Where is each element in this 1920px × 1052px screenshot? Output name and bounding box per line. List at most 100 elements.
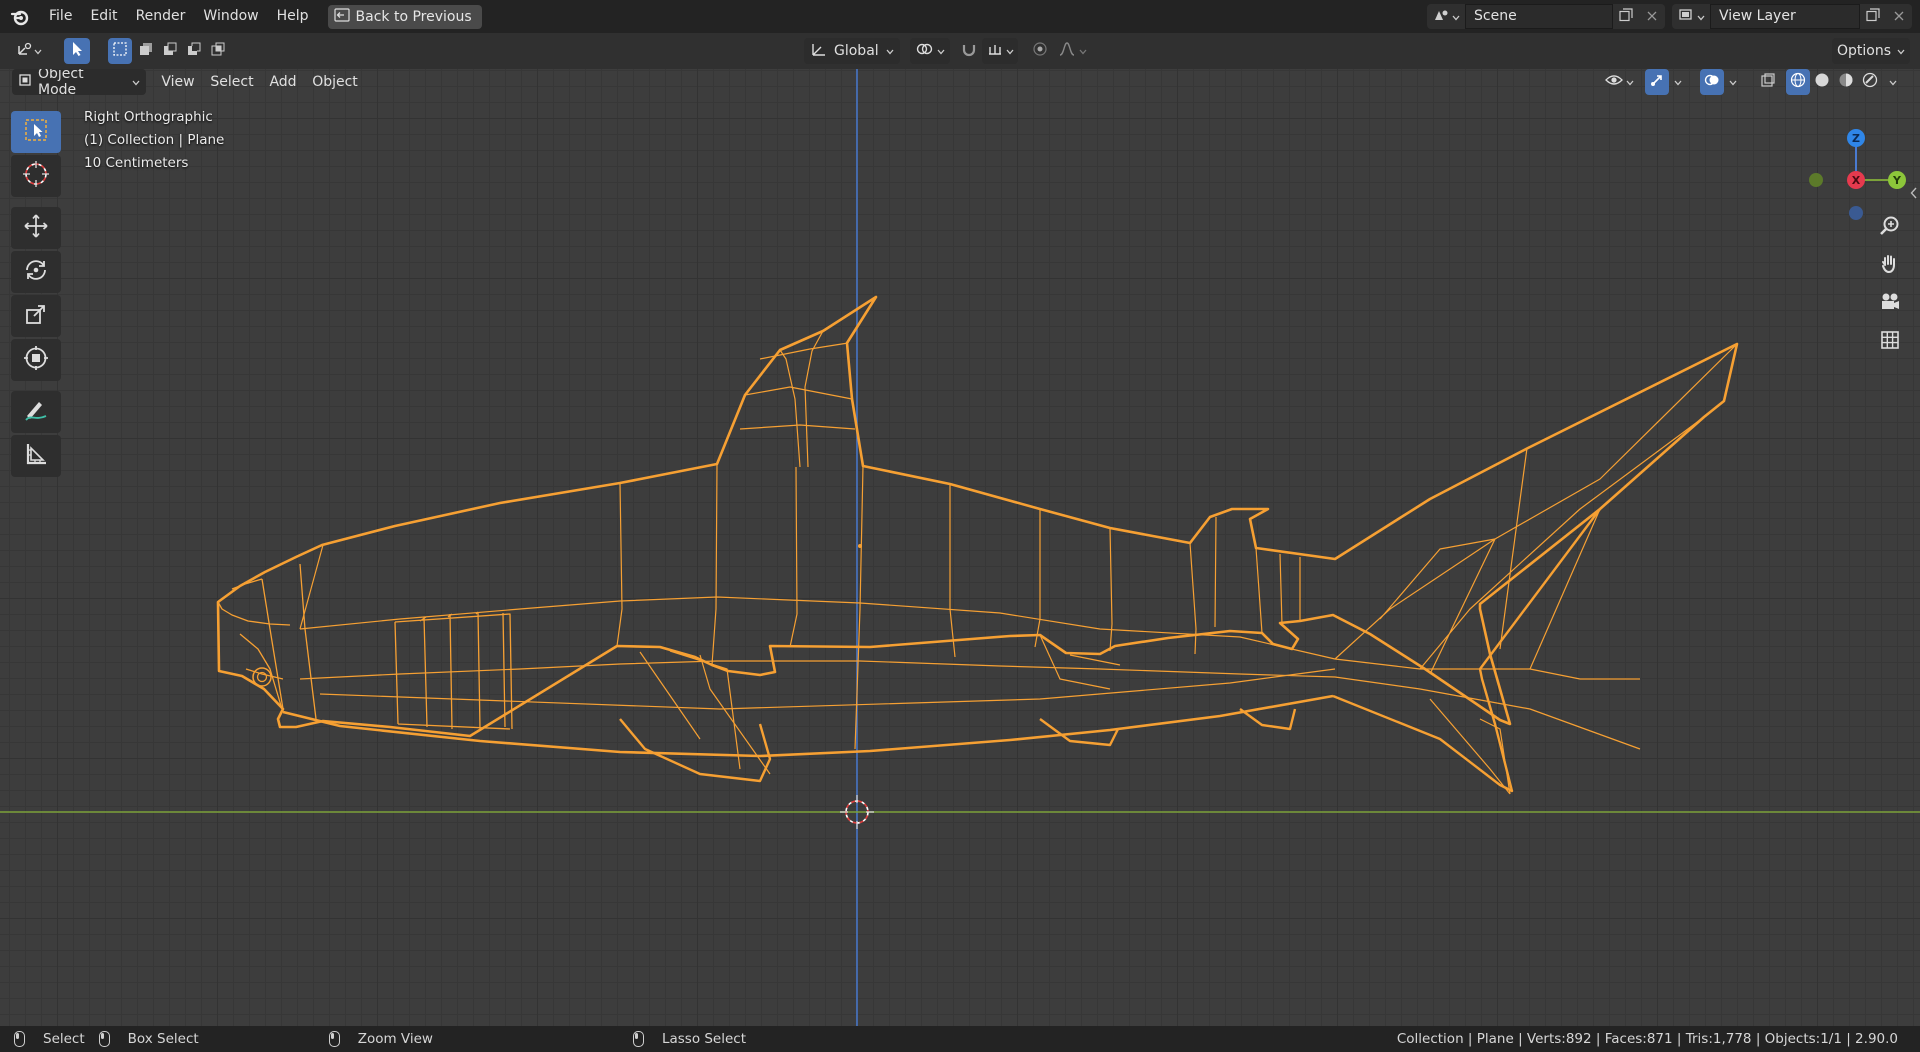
shading-options-dropdown[interactable] [1884,69,1902,95]
copy-icon [1619,7,1633,26]
menu-help[interactable]: Help [268,0,318,33]
gizmo-icon [1649,72,1665,92]
transform-orientation-dropdown[interactable]: Global [804,38,900,64]
proportional-edit-button[interactable] [1028,38,1052,64]
toggle-projection-button[interactable] [1873,325,1907,359]
delete-view-layer-button[interactable] [1886,4,1912,29]
tool-select-button[interactable] [64,38,90,64]
object-mode-dropdown[interactable]: Object Mode [12,69,146,98]
view-layer-selector: View Layer [1672,4,1912,29]
show-overlays-button[interactable] [1700,69,1724,95]
mode-difference-button[interactable] [182,38,206,64]
mode-extend-button[interactable] [134,38,158,64]
wireframe-sphere-icon [1790,72,1806,92]
measure-tool[interactable] [11,435,61,477]
menu-select[interactable]: Select [207,69,257,95]
shading-material-button[interactable] [1834,69,1858,95]
status-box-select-hint: Box Select [98,1031,199,1047]
back-button-label: Back to Previous [355,8,472,25]
scene-name-field[interactable]: Scene [1465,4,1613,29]
menu-view[interactable]: View [157,69,199,95]
back-to-previous-button[interactable]: Back to Previous [327,4,482,29]
select-new-icon [112,41,128,61]
mode-subtract-button[interactable] [158,38,182,64]
grid-icon [1880,330,1900,354]
chevron-down-icon [1897,43,1905,59]
scale-icon [23,301,49,331]
chevron-down-icon [1889,74,1897,90]
chevron-down-icon [1697,9,1705,25]
chevron-down-icon [1626,74,1634,90]
falloff-curve-icon [1058,41,1076,61]
overlays-options-dropdown[interactable] [1724,69,1742,95]
view-layer-name-field[interactable]: View Layer [1710,4,1860,29]
menu-edit[interactable]: Edit [81,0,126,33]
mode-intersect-button[interactable] [206,38,230,64]
chevron-down-icon [937,43,945,59]
scene-browse-button[interactable] [1427,4,1465,29]
chevron-down-icon [1674,74,1682,90]
shark-mesh-wireframe[interactable] [216,295,1739,795]
view-layer-browse-button[interactable] [1672,4,1710,29]
status-zoom-hint: Zoom View [328,1031,433,1047]
new-view-layer-button[interactable] [1860,4,1886,29]
snap-target-dropdown[interactable] [982,38,1018,64]
xray-toggle-button[interactable] [1756,69,1780,95]
status-lasso-text: Lasso Select [661,1031,747,1047]
annotate-icon [23,397,49,427]
menu-file[interactable]: File [40,0,81,33]
viewport-canvas [0,69,1920,1026]
measure-icon [23,441,49,471]
menu-render[interactable]: Render [127,0,195,33]
top-menu-bar: File Edit Render Window Help Back to Pre… [0,0,1920,33]
gizmo-options-dropdown[interactable] [1669,69,1687,95]
shading-rendered-button[interactable] [1858,69,1882,95]
status-select-text: Select [43,1031,85,1047]
show-gizmo-button[interactable] [1645,69,1669,95]
pivot-icon [915,41,933,61]
blender-logo-icon[interactable] [0,0,40,33]
new-scene-button[interactable] [1613,4,1639,29]
falloff-dropdown[interactable] [1052,38,1092,64]
solid-sphere-icon [1814,72,1830,92]
transform-tool[interactable] [11,339,61,381]
shading-solid-button[interactable] [1810,69,1834,95]
shading-wireframe-button[interactable] [1786,69,1810,95]
chevron-down-icon [1452,9,1460,25]
sidebar-toggle-icon[interactable] [1910,187,1918,203]
camera-view-button[interactable] [1873,287,1907,321]
status-lasso-hint: Lasso Select [632,1031,747,1047]
proportional-edit-icon [1032,41,1048,61]
rotate-tool[interactable] [11,251,61,293]
menu-window[interactable]: Window [194,0,267,33]
scene-selector: Scene [1427,4,1665,29]
snap-toggle-button[interactable] [956,38,982,64]
editor-type-button[interactable] [8,38,50,64]
select-extend-icon [138,41,154,61]
left-drag-mouse-icon [98,1031,110,1047]
select-box-tool[interactable] [11,111,61,153]
scale-tool[interactable] [11,295,61,337]
neg-y-axis-icon[interactable] [1809,173,1823,187]
3d-viewport[interactable]: Object Mode View Select Add Object Right… [0,69,1920,1026]
view-name-text: Right Orthographic [84,109,213,125]
cursor-tool[interactable] [11,155,61,197]
delete-scene-button[interactable] [1639,4,1665,29]
chevron-down-icon [132,74,140,90]
select-subtract-icon [162,41,178,61]
scene-icon [1433,8,1449,26]
zoom-view-button[interactable] [1873,211,1907,245]
mode-set-button[interactable] [108,38,132,64]
pivot-point-dropdown[interactable] [910,38,950,64]
cursor-icon [22,160,50,192]
menu-object[interactable]: Object [309,69,361,95]
menu-add[interactable]: Add [264,69,302,95]
pan-view-button[interactable] [1873,249,1907,283]
status-box-select-text: Box Select [127,1031,199,1047]
annotate-tool[interactable] [11,391,61,433]
status-bar: Select Box Select Zoom View Lasso Select… [0,1026,1920,1052]
visibility-dropdown[interactable] [1600,69,1638,95]
move-tool[interactable] [11,207,61,249]
options-dropdown[interactable]: Options [1832,38,1910,64]
neg-z-axis-icon[interactable] [1849,206,1863,220]
